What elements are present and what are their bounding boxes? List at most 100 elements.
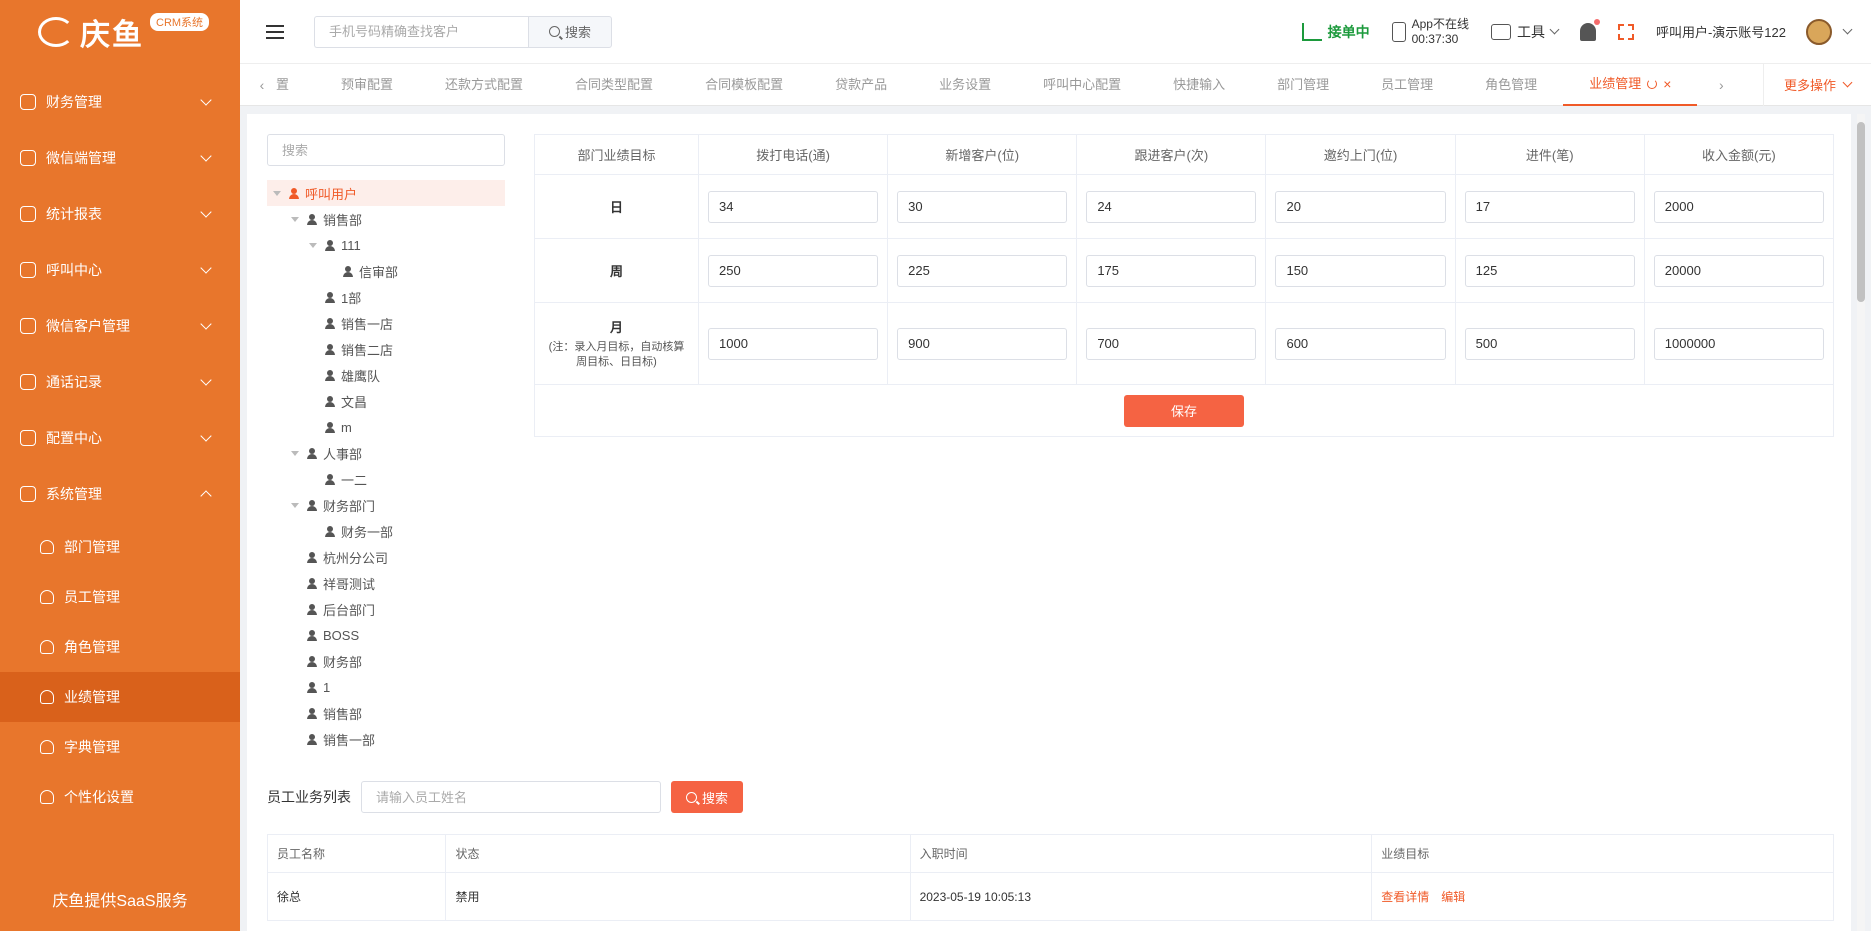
tree-node[interactable]: 销售部 <box>267 206 505 232</box>
caret-down-icon[interactable] <box>291 450 299 456</box>
tree-node[interactable]: 一二 <box>267 466 505 492</box>
tree-node[interactable]: 财务部 <box>267 648 505 674</box>
report-icon <box>20 206 36 222</box>
close-icon[interactable]: × <box>1663 63 1671 105</box>
target-value-input[interactable] <box>708 190 879 223</box>
caret-down-icon[interactable] <box>273 190 281 196</box>
tree-node[interactable]: 销售部 <box>267 700 505 726</box>
tree-node[interactable]: 销售二店 <box>267 336 505 362</box>
sidebar-group-7[interactable]: 系统管理 <box>0 466 240 522</box>
sidebar-item-2[interactable]: 角色管理 <box>0 622 240 672</box>
tab-item[interactable]: 合同类型配置 <box>549 64 679 106</box>
tree-node[interactable]: m <box>267 414 505 440</box>
tree-node[interactable]: 财务一部 <box>267 518 505 544</box>
tree-node[interactable]: 雄鹰队 <box>267 362 505 388</box>
target-value-input[interactable] <box>1464 327 1635 360</box>
online-status[interactable]: 接单中 <box>1301 22 1370 42</box>
tree-node[interactable]: 1 <box>267 674 505 700</box>
save-cell: 保存 <box>534 384 1834 437</box>
view-details-link[interactable]: 查看详情 <box>1381 890 1429 904</box>
search-icon <box>685 791 697 803</box>
tab-item[interactable]: 员工管理 <box>1355 64 1459 106</box>
tab-item[interactable]: 部门管理 <box>1251 64 1355 106</box>
target-row: 周 <box>534 238 1835 303</box>
tree-node[interactable]: 后台部门 <box>267 596 505 622</box>
target-value-input[interactable] <box>1086 190 1257 223</box>
page-scrollbar[interactable] <box>1857 114 1865 931</box>
tree-node[interactable]: 财务部门 <box>267 492 505 518</box>
tree-node[interactable]: 销售一部 <box>267 726 505 752</box>
target-value-input[interactable] <box>708 254 879 287</box>
sidebar-group-1[interactable]: 微信端管理 <box>0 130 240 186</box>
tab-item[interactable]: 业务设置 <box>913 64 1017 106</box>
caret-down-icon[interactable] <box>291 216 299 222</box>
save-button[interactable]: 保存 <box>1124 394 1244 427</box>
tab-item[interactable]: 预审配置 <box>315 64 419 106</box>
tabs-scroll-right-icon[interactable]: › <box>1711 77 1731 93</box>
employee-search-button[interactable]: 搜索 <box>671 781 743 813</box>
target-value-input[interactable] <box>1653 190 1824 223</box>
target-value-input[interactable] <box>708 327 879 360</box>
more-operations[interactable]: 更多操作 <box>1762 63 1871 106</box>
tools-menu[interactable]: 工具 <box>1490 22 1560 42</box>
notifications[interactable] <box>1579 18 1600 41</box>
target-value-input[interactable] <box>1464 254 1635 287</box>
sidebar-item-3[interactable]: 业绩管理 <box>0 672 240 722</box>
tab-performance[interactable]: 业绩管理 × <box>1563 63 1698 106</box>
caret-down-icon[interactable] <box>291 502 299 508</box>
target-value-input[interactable] <box>1275 190 1446 223</box>
wechat-icon <box>20 150 36 166</box>
edit-link[interactable]: 编辑 <box>1441 890 1465 904</box>
user-menu[interactable]: 呼叫用户-演示账号122 <box>1656 18 1853 45</box>
tab-item[interactable]: 还款方式配置 <box>419 64 549 106</box>
sidebar-item-4[interactable]: 字典管理 <box>0 722 240 772</box>
tree-node[interactable]: 销售一店 <box>267 310 505 336</box>
target-value-input[interactable] <box>1653 254 1824 287</box>
sidebar-group-6[interactable]: 配置中心 <box>0 410 240 466</box>
sidebar-group-4[interactable]: 微信客户管理 <box>0 298 240 354</box>
target-value-input[interactable] <box>897 327 1068 360</box>
tab-item[interactable]: 快捷输入 <box>1147 64 1251 106</box>
tab-item[interactable]: 呼叫中心配置 <box>1017 64 1147 106</box>
caret-down-icon[interactable] <box>309 242 317 248</box>
sidebar-item-1[interactable]: 员工管理 <box>0 572 240 622</box>
tree-search-input[interactable] <box>267 134 505 166</box>
tree-node[interactable]: 人事部 <box>267 440 505 466</box>
target-value-input[interactable] <box>1086 327 1257 360</box>
refresh-icon[interactable] <box>1647 78 1658 89</box>
tab-label: 业绩管理 <box>1589 75 1642 91</box>
sidebar-item-0[interactable]: 部门管理 <box>0 522 240 572</box>
target-value-input[interactable] <box>1275 327 1446 360</box>
target-value-input[interactable] <box>1275 254 1446 287</box>
phone-search-input[interactable] <box>314 15 528 48</box>
tab-item[interactable]: 置 <box>272 64 315 106</box>
target-value-input[interactable] <box>897 190 1068 223</box>
tree-node[interactable]: 祥哥测试 <box>267 570 505 596</box>
employee-name-input[interactable] <box>361 781 661 813</box>
tree-node[interactable]: 呼叫用户 <box>267 180 505 206</box>
tree-node[interactable]: 1部 <box>267 284 505 310</box>
tree-node[interactable]: 111 <box>267 232 505 258</box>
sidebar-item-5[interactable]: 个性化设置 <box>0 772 240 822</box>
menu-toggle-icon[interactable] <box>266 24 284 39</box>
chevron-down-icon <box>200 374 212 386</box>
tree-node[interactable]: 信审部 <box>267 258 505 284</box>
target-value-input[interactable] <box>1653 327 1824 360</box>
tree-node[interactable]: BOSS <box>267 622 505 648</box>
tab-item[interactable]: 合同模板配置 <box>679 64 809 106</box>
tree-node[interactable]: 文昌 <box>267 388 505 414</box>
tabs-scroll-left-icon[interactable]: ‹ <box>252 77 272 93</box>
target-value-input[interactable] <box>1086 254 1257 287</box>
fullscreen-toggle[interactable] <box>1617 23 1634 40</box>
header-search-button[interactable]: 搜索 <box>528 15 612 48</box>
tab-item[interactable]: 贷款产品 <box>809 64 913 106</box>
sidebar-group-3[interactable]: 呼叫中心 <box>0 242 240 298</box>
sidebar-group-5[interactable]: 通话记录 <box>0 354 240 410</box>
app-status[interactable]: App不在线 00:37:30 <box>1391 17 1469 47</box>
sidebar-group-2[interactable]: 统计报表 <box>0 186 240 242</box>
sidebar-group-0[interactable]: 财务管理 <box>0 74 240 130</box>
tree-node[interactable]: 杭州分公司 <box>267 544 505 570</box>
tab-item[interactable]: 角色管理 <box>1459 64 1563 106</box>
target-value-input[interactable] <box>1464 190 1635 223</box>
target-value-input[interactable] <box>897 254 1068 287</box>
